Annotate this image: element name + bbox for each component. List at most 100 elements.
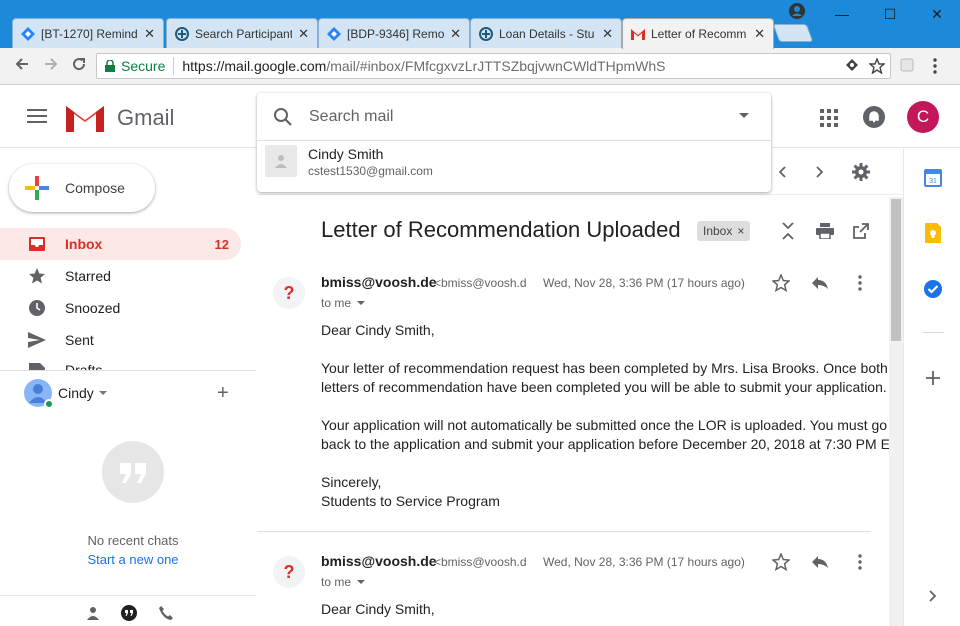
extension-icon[interactable]: [845, 58, 859, 75]
app-icon: [479, 26, 493, 41]
tasks-check-icon[interactable]: [923, 279, 943, 299]
more-options-icon[interactable]: [850, 552, 870, 572]
keep-bulb-icon[interactable]: [923, 223, 943, 243]
browser-tab-search-participant[interactable]: Search Participant ✕: [166, 18, 318, 48]
bookmark-star-icon[interactable]: [868, 57, 886, 77]
clock-icon: [27, 298, 47, 318]
chevron-down-icon: [357, 580, 366, 584]
phone-icon[interactable]: [155, 602, 177, 624]
sender-name: bmiss@voosh.de: [321, 553, 437, 569]
hangouts-tabs: [0, 595, 256, 626]
browser-tab-strip: [BT-1270] Remind ✕ Search Participant ✕ …: [0, 0, 960, 49]
window-close-icon[interactable]: ✕: [925, 6, 949, 23]
compose-button[interactable]: Compose: [9, 164, 155, 212]
nav-item-drafts[interactable]: Drafts: [0, 356, 241, 370]
maximize-icon[interactable]: ☐: [878, 6, 902, 23]
tab-close-icon[interactable]: ✕: [602, 26, 613, 42]
recipients-toggle[interactable]: to me: [321, 575, 366, 589]
back-icon[interactable]: [11, 56, 33, 78]
hangouts-panel: Cindy + No recent chats Start a new one: [0, 370, 256, 626]
browser-tab-bdp-9346[interactable]: [BDP-9346] Remo ✕: [318, 18, 470, 48]
nav-item-starred[interactable]: Starred: [0, 260, 241, 292]
search-options-chevron-down-icon[interactable]: [739, 113, 749, 118]
start-new-chat-link[interactable]: Start a new one: [0, 552, 266, 567]
unknown-sender-question-icon: ?: [273, 277, 305, 309]
to-me-text: to me: [321, 575, 352, 589]
browser-tab-letter-of-recommendation[interactable]: Letter of Recomm ✕: [622, 18, 774, 49]
addons-divider: [922, 332, 944, 333]
address-bar[interactable]: Secure https://mail.google.com/mail/#inb…: [96, 53, 891, 79]
hangouts-user-name: Cindy: [58, 385, 94, 401]
expand-chevron-right-icon[interactable]: [923, 586, 943, 606]
gmail-brand: Gmail: [117, 105, 175, 130]
search-row: [257, 93, 771, 141]
hangouts-user[interactable]: Cindy: [24, 379, 107, 409]
reply-icon[interactable]: [810, 552, 830, 572]
thread-subject: Letter of Recommendation Uploaded: [321, 217, 681, 242]
settings-gear-icon[interactable]: [851, 162, 871, 182]
inbox-icon: [27, 234, 47, 254]
gmail-logo-icon[interactable]: [66, 102, 104, 137]
recipients-toggle[interactable]: to me: [321, 296, 366, 310]
search-icon[interactable]: [273, 107, 293, 127]
suggestion-name: Cindy Smith: [308, 146, 384, 162]
forward-icon[interactable]: [40, 56, 62, 78]
user-avatar-icon: [24, 379, 54, 409]
compose-label: Compose: [65, 180, 125, 196]
message-scrollbar[interactable]: [889, 197, 903, 626]
hangouts-chat-icon[interactable]: [118, 602, 140, 624]
new-chat-plus-icon[interactable]: +: [217, 383, 229, 403]
reply-icon[interactable]: [810, 273, 830, 293]
apps-grid-icon[interactable]: [817, 106, 841, 130]
reload-icon[interactable]: [68, 56, 90, 78]
url-path: /mail/#inbox/FMfcgxvzLrJTTSZbqjvwnCWldTH…: [326, 58, 666, 74]
search-input[interactable]: [309, 107, 709, 126]
scrollbar-thumb[interactable]: [891, 199, 901, 341]
browser-menu-icon[interactable]: [933, 58, 937, 77]
collapse-all-icon[interactable]: [778, 221, 798, 241]
star-icon[interactable]: [771, 273, 791, 293]
jira-icon: [21, 26, 35, 41]
nav-label: Inbox: [65, 236, 103, 252]
browser-tab-loan-details[interactable]: Loan Details - Stu ✕: [470, 18, 622, 48]
browser-tab-bt-1270[interactable]: [BT-1270] Remind ✕: [12, 18, 164, 48]
message-2: ? bmiss@voosh.de <bmiss@voosh.de> Wed, N…: [257, 546, 877, 626]
inbox-label-chip[interactable]: Inbox ×: [697, 221, 751, 241]
account-avatar[interactable]: C: [907, 101, 939, 133]
nav-item-snoozed[interactable]: Snoozed: [0, 292, 241, 324]
nav-item-inbox[interactable]: Inbox 12: [0, 228, 241, 260]
tab-close-icon[interactable]: ✕: [298, 26, 309, 42]
tab-close-icon[interactable]: ✕: [144, 26, 155, 42]
star-icon: [27, 266, 47, 286]
profile-icon[interactable]: [788, 2, 806, 20]
gmail-icon: [631, 27, 645, 41]
main-menu-icon[interactable]: [27, 109, 47, 123]
extension-blank-icon[interactable]: [900, 58, 914, 75]
newer-chevron-left-icon[interactable]: [772, 162, 792, 182]
older-chevron-right-icon[interactable]: [810, 162, 830, 182]
open-in-new-window-icon[interactable]: [851, 221, 871, 241]
message-date: Wed, Nov 28, 3:36 PM (17 hours ago): [543, 555, 745, 569]
add-addon-plus-icon[interactable]: [923, 368, 943, 388]
print-icon[interactable]: [815, 221, 835, 241]
notifications-bell-icon[interactable]: [863, 106, 887, 130]
unknown-sender-question-icon: ?: [273, 556, 305, 588]
new-tab-button[interactable]: [772, 24, 814, 42]
to-me-text: to me: [321, 296, 352, 310]
calendar-icon[interactable]: 31: [923, 168, 943, 188]
search-suggestion[interactable]: Cindy Smith cstest1530@gmail.com: [265, 145, 433, 178]
contacts-person-icon[interactable]: [82, 602, 104, 624]
more-options-icon[interactable]: [850, 273, 870, 293]
message-greeting: Dear Cindy Smith,: [321, 322, 435, 338]
remove-label-close-icon[interactable]: ×: [737, 224, 744, 238]
svg-text:31: 31: [929, 178, 937, 185]
message-paragraph-line: Your application will not automatically …: [321, 417, 888, 433]
tab-close-icon[interactable]: ✕: [450, 26, 461, 42]
star-icon[interactable]: [771, 552, 791, 572]
nav-item-sent[interactable]: Sent: [0, 324, 241, 356]
hangouts-quote-icon: [102, 441, 164, 503]
url-host: https://mail.google.com: [182, 58, 327, 74]
tab-title: Letter of Recomm: [651, 27, 747, 41]
minimize-icon[interactable]: —: [830, 6, 854, 22]
tab-close-icon[interactable]: ✕: [754, 26, 765, 42]
